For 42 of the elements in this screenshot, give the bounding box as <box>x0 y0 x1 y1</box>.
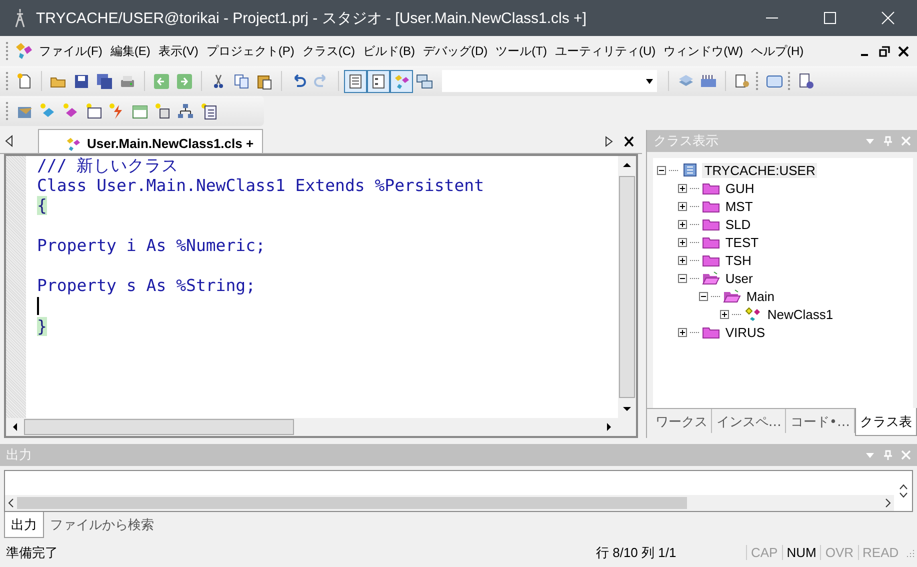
status-message: 準備完了 <box>5 544 59 562</box>
tree-item[interactable]: NewClass1 <box>765 306 836 322</box>
panel-title: 出力 <box>6 446 33 464</box>
menu-item[interactable]: ビルド(B) <box>359 42 419 60</box>
key-indicator: CAP <box>746 545 782 560</box>
code-line: /// 新しいクラス <box>37 156 180 176</box>
tree-item[interactable]: TSH <box>723 252 754 268</box>
code-line: Property s As %String; <box>37 276 257 296</box>
menu-item[interactable]: 表示(V) <box>154 42 202 60</box>
editor-tab[interactable]: User.Main.NewClass1.cls + <box>38 129 263 153</box>
panel-tab[interactable]: ワークス <box>651 409 712 433</box>
menu-item[interactable]: デバッグ(D) <box>419 42 492 60</box>
code-line: Class User.Main.NewClass1 Extends %Persistent <box>37 176 486 196</box>
cursor-position: 行 8/10 列 1/1 <box>595 544 678 562</box>
menu-item[interactable]: ヘルプ(H) <box>747 42 808 60</box>
key-indicator: READ <box>858 545 903 560</box>
key-indicator: NUM <box>782 545 820 560</box>
menu-item[interactable]: ユーティリティ(U) <box>551 42 660 60</box>
key-indicator: OVR <box>820 545 858 560</box>
tree-item[interactable]: SLD <box>723 216 753 232</box>
tree-item[interactable]: Main <box>744 288 777 304</box>
tree-item[interactable]: User <box>723 270 755 286</box>
menu-item[interactable]: ツール(T) <box>492 42 551 60</box>
menu-item[interactable]: プロジェクト(P) <box>202 42 298 60</box>
tree-item[interactable]: MST <box>723 198 755 214</box>
panel-tab[interactable]: ファイルから検索 <box>44 512 160 534</box>
code-line: Property i As %Numeric; <box>37 236 266 256</box>
panel-tab[interactable]: 出力 <box>4 512 44 538</box>
menu-item[interactable]: クラス(C) <box>298 42 359 60</box>
tree-item[interactable]: VIRUS <box>723 324 768 340</box>
panel-tab[interactable]: クラス表 <box>855 408 917 436</box>
panel-tab[interactable]: インスペ… <box>712 409 786 433</box>
panel-title: クラス表示 <box>653 132 720 150</box>
tree-item[interactable]: TRYCACHE:USER <box>702 162 818 178</box>
tree-item[interactable]: GUH <box>723 180 756 196</box>
tree-item[interactable]: TEST <box>723 234 761 250</box>
window-title: TRYCACHE/USER@torikai - Project1.prj - スタジオ - [User.Main.NewClass1.cls +] <box>36 8 588 28</box>
menu-item[interactable]: 編集(E) <box>106 42 154 60</box>
brace: { <box>37 196 47 215</box>
menu-item[interactable]: ファイル(F) <box>35 42 106 60</box>
brace: } <box>37 317 47 336</box>
menu-item[interactable]: ウィンドウ(W) <box>660 42 747 60</box>
